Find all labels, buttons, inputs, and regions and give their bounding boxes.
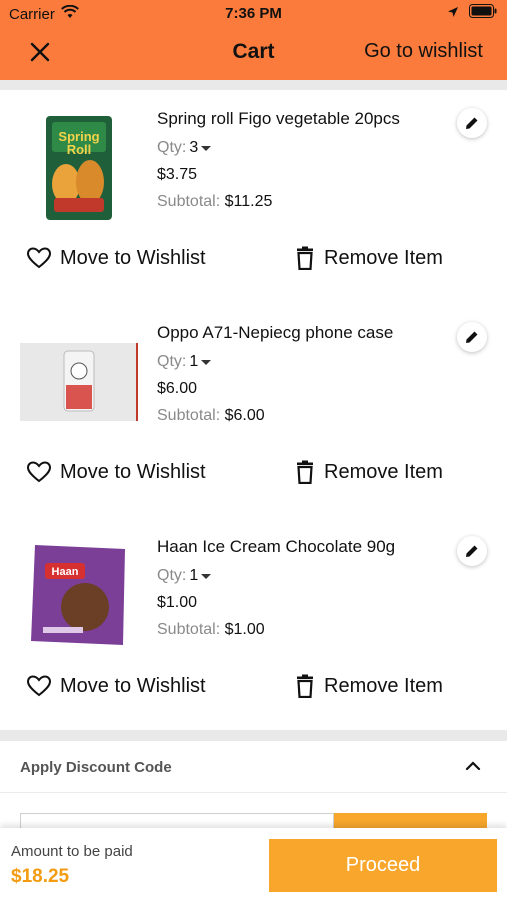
spring-roll-package-image: Spring Roll — [18, 112, 140, 224]
discount-code-toggle[interactable]: Apply Discount Code — [0, 741, 507, 793]
item-name: Spring roll Figo vegetable 20pcs — [157, 109, 400, 128]
qty-label: Qty: — [157, 139, 187, 156]
heart-icon — [26, 461, 52, 483]
battery-icon — [469, 4, 497, 23]
edit-pencil-icon[interactable] — [457, 536, 487, 566]
subtotal-value: $11.25 — [224, 193, 273, 210]
proceed-button[interactable]: Proceed — [269, 839, 497, 892]
item-name: Haan Ice Cream Chocolate 90g — [157, 537, 396, 556]
item-subtotal: Subtotal: $6.00 — [157, 407, 447, 425]
top-bar: Carrier 7:36 PM Cart Go to wishlist — [0, 0, 507, 80]
move-to-wishlist-button[interactable]: Move to Wishlist — [26, 246, 206, 270]
divider — [0, 80, 507, 90]
checkout-footer: Amount to be paid $18.25 Proceed — [0, 828, 507, 900]
amount-label: Amount to be paid — [11, 843, 133, 860]
move-to-wishlist-button[interactable]: Move to Wishlist — [26, 460, 206, 484]
svg-text:Haan: Haan — [52, 566, 79, 578]
subtotal-label: Subtotal: — [157, 193, 221, 210]
cart-item: Spring Roll Spring roll Figo vegetable 2… — [0, 90, 507, 304]
status-bar: Carrier 7:36 PM — [0, 0, 507, 28]
qty-value: 1 — [189, 567, 199, 584]
remove-item-button[interactable]: Remove Item — [294, 674, 443, 698]
caret-down-icon — [201, 359, 212, 365]
trash-icon — [297, 246, 313, 270]
qty-selector[interactable]: Qty: 1 — [157, 567, 447, 585]
trash-icon — [297, 674, 313, 698]
discount-code-label: Apply Discount Code — [20, 759, 172, 776]
item-price: $3.75 — [157, 166, 198, 183]
status-right — [447, 4, 497, 23]
caret-down-icon — [201, 145, 212, 151]
move-to-wishlist-label: Move to Wishlist — [60, 460, 206, 483]
qty-selector[interactable]: Qty: 1 — [157, 353, 447, 371]
qty-label: Qty: — [157, 567, 187, 584]
remove-item-label: Remove Item — [324, 674, 443, 697]
move-to-wishlist-button[interactable]: Move to Wishlist — [26, 674, 206, 698]
remove-item-label: Remove Item — [324, 460, 443, 483]
edit-pencil-icon[interactable] — [457, 108, 487, 138]
subtotal-label: Subtotal: — [157, 621, 221, 638]
item-actions: Move to Wishlist Remove Item — [0, 666, 507, 706]
item-price: $1.00 — [157, 594, 198, 611]
item-info: Haan Ice Cream Chocolate 90g Qty: 1 $1.0… — [157, 536, 447, 639]
subtotal-value: $6.00 — [224, 407, 265, 424]
item-subtotal: Subtotal: $1.00 — [157, 621, 447, 639]
heart-icon — [26, 675, 52, 697]
amount-value: $18.25 — [11, 866, 70, 887]
divider — [0, 730, 507, 741]
item-info: Spring roll Figo vegetable 20pcs Qty: 3 … — [157, 108, 447, 211]
trash-icon — [297, 460, 313, 484]
go-to-wishlist-link[interactable]: Go to wishlist — [364, 40, 483, 63]
remove-item-button[interactable]: Remove Item — [294, 460, 443, 484]
location-arrow-icon — [447, 5, 459, 23]
qty-selector[interactable]: Qty: 3 — [157, 139, 447, 157]
qty-value: 1 — [189, 353, 199, 370]
item-actions: Move to Wishlist Remove Item — [0, 238, 507, 278]
phone-case-image — [18, 326, 140, 438]
move-to-wishlist-label: Move to Wishlist — [60, 674, 206, 697]
cart-item: Haan Haan Ice Cream Chocolate 90g Qty: 1… — [0, 518, 507, 732]
remove-item-button[interactable]: Remove Item — [294, 246, 443, 270]
item-price: $6.00 — [157, 380, 198, 397]
caret-down-icon — [201, 573, 212, 579]
item-info: Oppo A71-Nepiecg phone case Qty: 1 $6.00… — [157, 322, 447, 425]
edit-pencil-icon[interactable] — [457, 322, 487, 352]
ice-cream-package-image: Haan — [18, 540, 140, 652]
cart-item: Oppo A71-Nepiecg phone case Qty: 1 $6.00… — [0, 304, 507, 518]
subtotal-label: Subtotal: — [157, 407, 221, 424]
qty-value: 3 — [189, 139, 199, 156]
svg-text:Roll: Roll — [67, 142, 92, 157]
nav-header: Cart Go to wishlist — [0, 28, 507, 78]
heart-icon — [26, 247, 52, 269]
status-time: 7:36 PM — [225, 5, 282, 22]
remove-item-label: Remove Item — [324, 246, 443, 269]
item-actions: Move to Wishlist Remove Item — [0, 452, 507, 492]
qty-label: Qty: — [157, 353, 187, 370]
item-subtotal: Subtotal: $11.25 — [157, 193, 447, 211]
chevron-up-icon — [465, 759, 481, 777]
subtotal-value: $1.00 — [224, 621, 265, 638]
item-name: Oppo A71-Nepiecg phone case — [157, 323, 394, 342]
move-to-wishlist-label: Move to Wishlist — [60, 246, 206, 269]
